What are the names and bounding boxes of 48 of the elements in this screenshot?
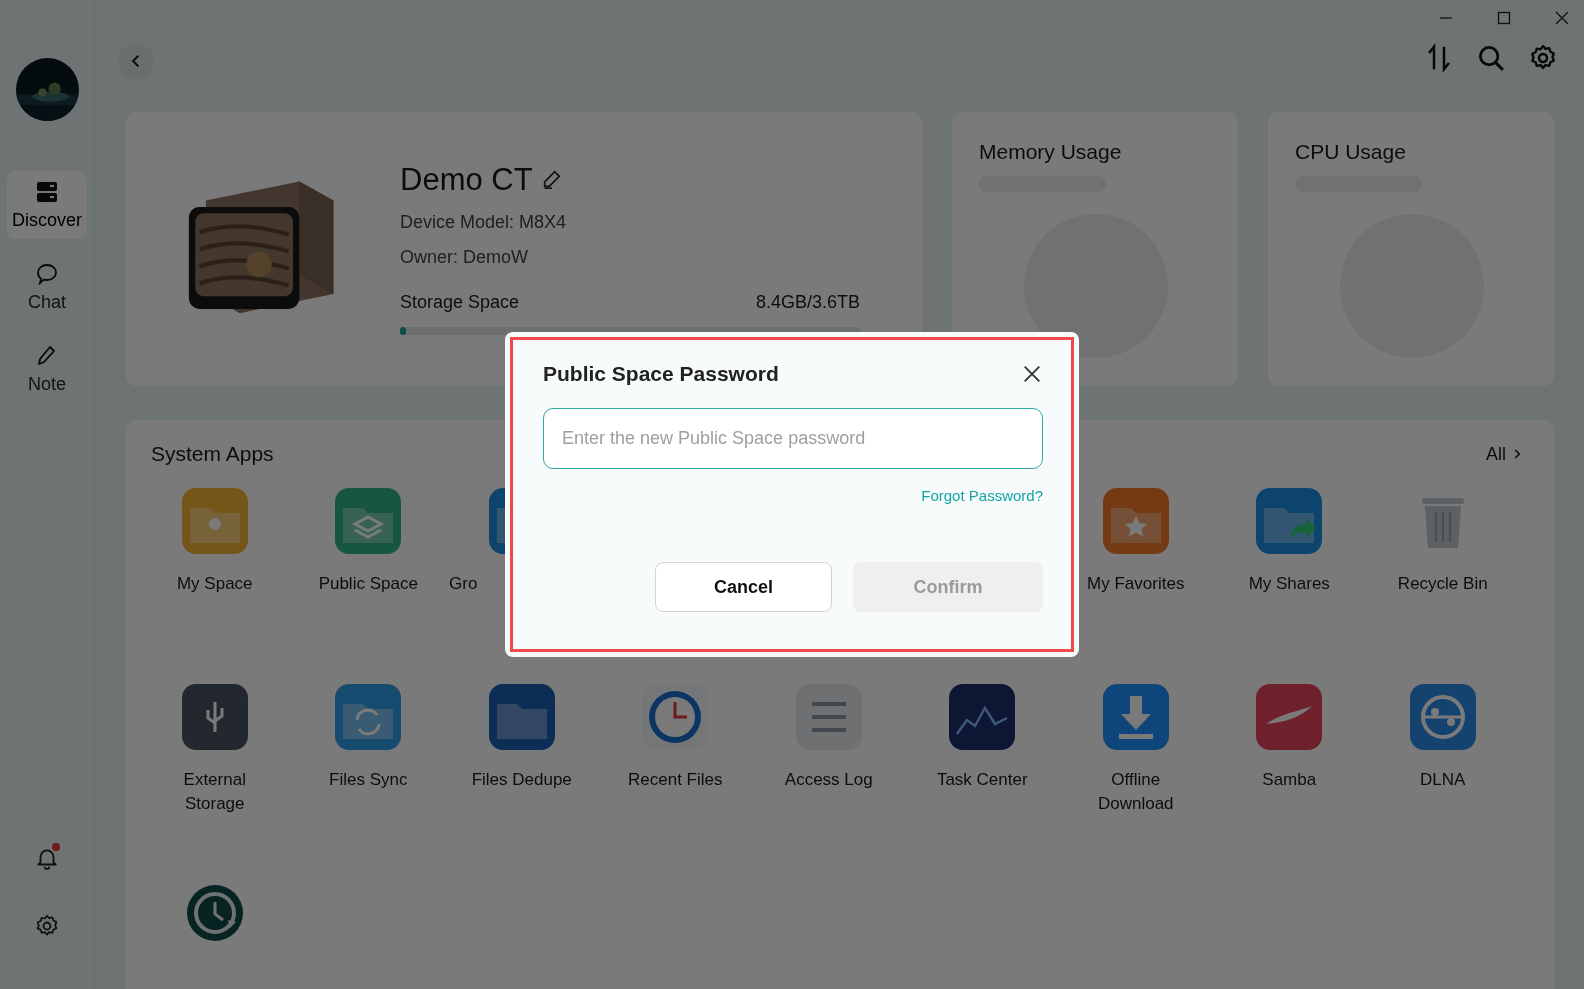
app-label: My Space	[176, 573, 253, 595]
usb-drive-icon[interactable]	[181, 684, 248, 750]
sidebar-item[interactable]: Discover	[7, 171, 87, 239]
storage-label: Storage Space	[400, 291, 520, 313]
app-label: Task Center	[936, 769, 1028, 791]
close-icon[interactable]	[1021, 363, 1043, 385]
folder-stack-icon[interactable]	[335, 488, 402, 554]
section-title: System Apps	[151, 442, 274, 466]
app-label: Recent Files	[628, 769, 723, 791]
swoosh-icon[interactable]	[1256, 684, 1323, 750]
app-label: External Storage	[182, 769, 247, 815]
app-label: Public Space	[318, 573, 418, 595]
chart-icon[interactable]	[949, 684, 1016, 750]
device-owner: Owner: DemoW	[400, 246, 530, 268]
usage-title: CPU Usage	[1295, 140, 1407, 164]
app-label: Files Sync	[329, 769, 408, 791]
notification-button[interactable]	[34, 845, 60, 871]
dialog-button[interactable]: Cancel	[655, 562, 832, 612]
sync-folder-icon[interactable]	[335, 684, 402, 750]
chat-bubble-icon	[35, 261, 59, 286]
dialog-title: Public Space Password	[543, 362, 779, 386]
app-label: Offline Download	[1096, 769, 1175, 815]
app-label: My Favorites	[1087, 573, 1185, 595]
sidebar-item[interactable]: Chat	[7, 253, 87, 321]
all-link[interactable]: All	[1486, 443, 1524, 465]
back-button[interactable]	[118, 43, 154, 79]
device-model: Device Model: M8X4	[400, 211, 568, 233]
app-label: My Shares	[1248, 573, 1330, 595]
password-field[interactable]: Enter the new Public Space password	[543, 408, 1043, 469]
app-label: Access Log	[784, 769, 873, 791]
app-label: Recycle Bin	[1397, 573, 1488, 595]
storage-value: 8.4GB/3.6TB	[755, 291, 860, 313]
app-label: DLNA	[1420, 769, 1466, 791]
folder-icon[interactable]	[488, 684, 555, 750]
network-icon[interactable]	[1409, 684, 1476, 750]
app-label: Files Dedupe	[471, 769, 572, 791]
maximize-icon[interactable]	[1496, 10, 1512, 26]
folder-share-icon[interactable]	[1256, 488, 1323, 554]
download-icon[interactable]	[1102, 684, 1169, 750]
search-icon[interactable]	[1476, 43, 1506, 73]
app-label: Gro	[449, 573, 478, 595]
forgot-password-link[interactable]: Forgot Password?	[921, 487, 1043, 504]
server-icon	[35, 179, 59, 204]
list-icon[interactable]	[795, 684, 862, 750]
sidebar-item[interactable]: Note	[7, 335, 87, 403]
device-name: Demo CT	[400, 161, 533, 198]
app-label: Samba	[1262, 769, 1317, 791]
usage-title: Memory Usage	[979, 140, 1123, 164]
